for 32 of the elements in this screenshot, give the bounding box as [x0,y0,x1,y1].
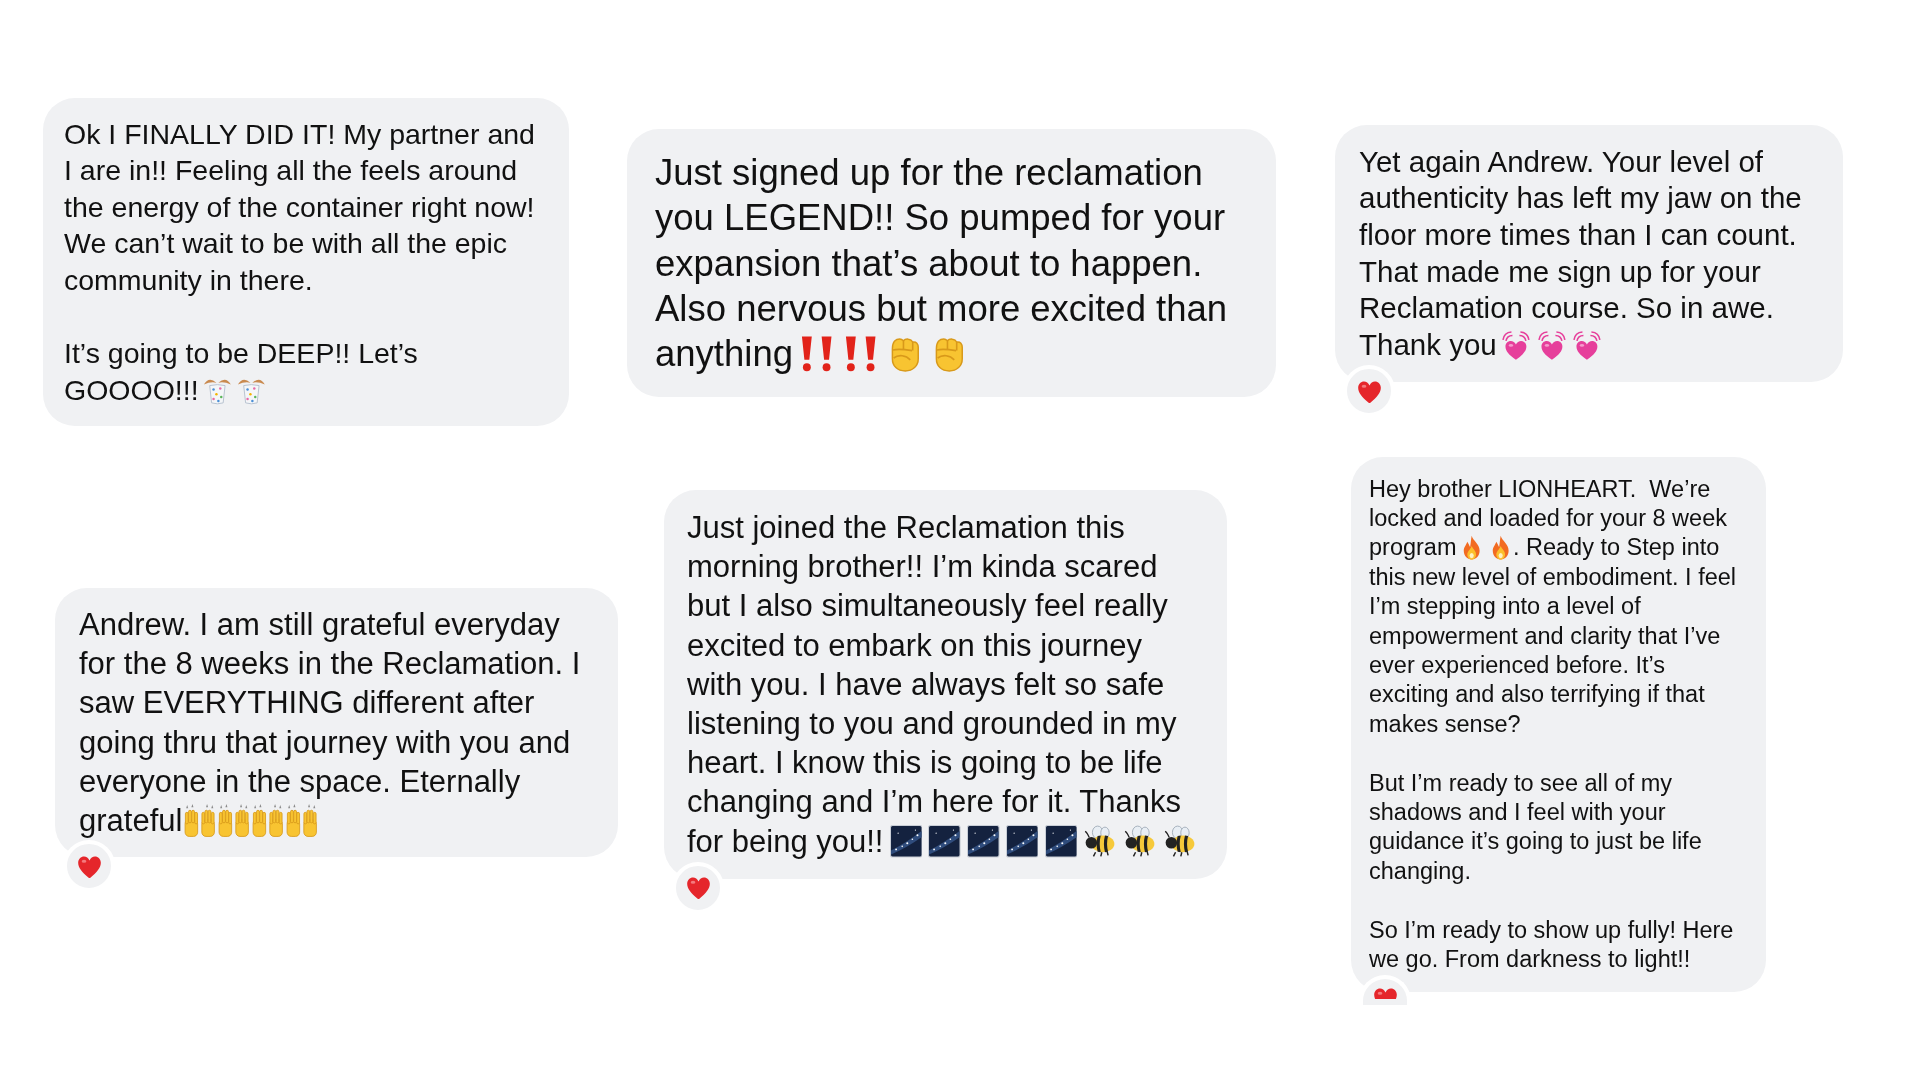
message-text: grateful [79,803,183,838]
message-text: program [1369,534,1457,561]
heart-icon [1356,379,1382,403]
night-sky-icon [1044,825,1078,858]
raising-hands-icon [251,803,285,838]
night-sky-icon [889,825,923,858]
raising-hands-icon [183,803,217,838]
beating-heart-icon [1500,329,1533,361]
message-text: GOOOO!!! [64,373,199,406]
message-text: So I’m ready to show up fully! Here we go. From darkness to light!! [1369,916,1735,972]
bee-icon [1162,824,1197,858]
message-text: Thank you [1359,328,1497,361]
beating-heart-icon [1571,329,1603,361]
message-text: It’s going to be DEEP!! Let’s [64,337,418,370]
raising-hands-icon [285,803,319,838]
message-text: Yet again Andrew. Your level of authenticity has left my jaw on the floor more times than I can count. That made me sign up for your Reclamation course. So in awe. [1359,144,1803,325]
message-text: anything [655,333,793,375]
heart-icon [685,876,711,900]
heart-icon [1372,986,1398,999]
night-sky-icon [1005,825,1039,858]
message-text: this new level of embodiment. I feel I’m stepping into a level of empowerment and clarity that I’ve ever experienced before. It’s exciting and also terrifying if that makes sense? [1369,563,1738,737]
message-text: for being you!! [687,823,884,859]
raising-hands-icon [217,803,251,838]
night-sky-icon [928,825,961,858]
bee-icon [1083,824,1117,858]
message-text: . Ready to Step into [1512,534,1720,561]
night-sky-icon [967,825,1000,858]
beating-heart-icon [1535,329,1568,361]
heart-icon [76,854,102,878]
bee-icon [1123,824,1157,858]
message-text: Ok I FINALLY DID IT! My partner and I are in!! Feeling all the feels around the energy of the container right now! We can’t wait to be with all the epic community in there. [64,117,536,296]
message-text: But I’m ready to see all of my shadows and I feel with your guidance it’s going to just be life changing. [1369,769,1703,884]
